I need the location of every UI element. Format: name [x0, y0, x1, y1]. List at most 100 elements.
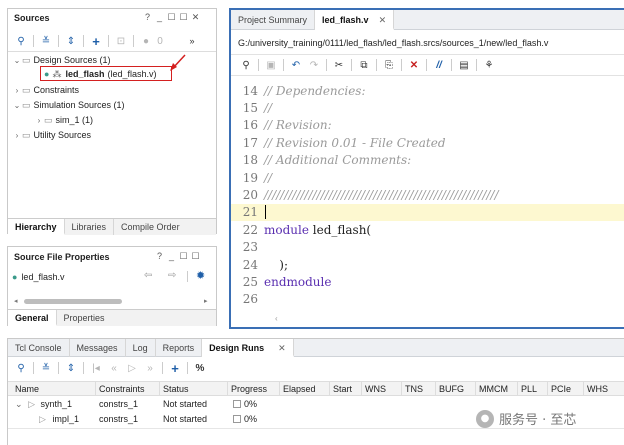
chevron-right-icon[interactable]: ›	[12, 86, 22, 95]
chevron-down-icon[interactable]: ⌄	[15, 399, 23, 409]
chevron-right-icon[interactable]: ›	[12, 131, 22, 140]
expand-all-icon[interactable]: ⇕	[62, 360, 80, 376]
col-elapsed[interactable]: Elapsed	[280, 382, 330, 396]
code-line[interactable]: 22 module led_flash(	[231, 221, 624, 238]
minimize-icon[interactable]: _	[155, 12, 164, 23]
col-status[interactable]: Status	[160, 382, 228, 396]
run-progress: 0%	[244, 399, 258, 409]
expand-all-icon[interactable]: ⇕	[62, 33, 80, 49]
code-line[interactable]: 17 // Revision 0.01 - File Created	[231, 134, 624, 151]
save-icon[interactable]: ▣	[262, 57, 280, 73]
restore-icon[interactable]: ☐	[179, 251, 188, 262]
redo-icon[interactable]: ↷	[305, 57, 323, 73]
tab-libraries[interactable]: Libraries	[65, 219, 115, 235]
code-area[interactable]: 14 // Dependencies: 15 // 16 // Revision: 17 //…	[231, 76, 624, 314]
percent-icon[interactable]: %	[191, 360, 209, 376]
code-line[interactable]: 18 // Additional Comments:	[231, 152, 624, 169]
code-line[interactable]: 25 endmodule	[231, 273, 624, 290]
tab-compile-order[interactable]: Compile Order	[114, 219, 187, 235]
tab-project-summary[interactable]: Project Summary	[231, 10, 316, 30]
close-icon[interactable]: ✕	[278, 343, 286, 353]
col-bufg[interactable]: BUFG	[436, 382, 476, 396]
settings-icon[interactable]: ✹	[196, 269, 205, 282]
code-line[interactable]: 15 //	[231, 99, 624, 116]
search-icon[interactable]: ⚲	[12, 33, 30, 49]
first-icon[interactable]: |◂	[87, 360, 105, 376]
refresh-icon[interactable]: ⊡	[112, 33, 130, 49]
code-line[interactable]: 23	[231, 239, 624, 256]
tab-properties[interactable]: Properties	[57, 310, 112, 326]
paste-icon[interactable]: ⎘	[380, 57, 398, 73]
close-icon[interactable]: ✕	[191, 12, 200, 23]
chevron-down-icon[interactable]: ⌄	[12, 101, 22, 110]
col-progress[interactable]: Progress	[228, 382, 280, 396]
search-icon[interactable]: ⚲	[237, 57, 255, 73]
line-number: 21	[242, 205, 258, 220]
col-name[interactable]: Name	[12, 382, 96, 396]
minimize-icon[interactable]: _	[167, 251, 176, 262]
next-icon[interactable]: »	[141, 360, 159, 376]
horizontal-scrollbar[interactable]: ◂ ▸	[14, 298, 210, 305]
collapse-all-icon[interactable]: ≚	[37, 33, 55, 49]
tree-design-sources[interactable]: ⌄ ▭ Design Sources (1)	[12, 53, 111, 67]
code-line[interactable]: 21	[231, 203, 624, 221]
col-wns[interactable]: WNS	[362, 382, 402, 396]
play-icon[interactable]: ▷	[123, 360, 141, 376]
progress-box	[233, 415, 241, 423]
back-icon[interactable]: ⇦	[144, 270, 152, 281]
col-tns[interactable]: TNS	[402, 382, 436, 396]
restore-icon[interactable]: ☐	[167, 12, 176, 23]
delete-icon[interactable]: ✕	[405, 57, 423, 73]
code-line[interactable]: 16 // Revision:	[231, 117, 624, 134]
file-properties-window-controls: ? _ ☐ ☐	[155, 251, 200, 262]
code-line[interactable]: 19 //	[231, 169, 624, 186]
col-mmcm[interactable]: MMCM	[476, 382, 518, 396]
close-icon[interactable]: ✕	[379, 15, 387, 25]
code-text: );	[264, 257, 288, 272]
code-line[interactable]: 26	[231, 291, 624, 308]
lightbulb-icon[interactable]: ⚘	[480, 57, 498, 73]
tab-log[interactable]: Log	[126, 339, 156, 357]
code-line[interactable]: 20 //////////////////////////////////////…	[231, 186, 624, 203]
run-icon: ▷	[39, 414, 46, 424]
code-line[interactable]: 24 );	[231, 256, 624, 273]
more-icon[interactable]: »	[183, 33, 201, 49]
undo-icon[interactable]: ↶	[287, 57, 305, 73]
comment-icon[interactable]: //	[430, 57, 448, 73]
tree-sim-1[interactable]: › ▭ sim_1 (1)	[34, 113, 93, 127]
col-pll[interactable]: PLL	[518, 382, 548, 396]
tree-utility-sources[interactable]: › ▭ Utility Sources	[12, 128, 91, 142]
col-start[interactable]: Start	[330, 382, 362, 396]
cut-icon[interactable]: ✂	[330, 57, 348, 73]
file-properties-tabs: General Properties	[8, 309, 216, 326]
code-line[interactable]: 14 // Dependencies:	[231, 82, 624, 99]
tab-hierarchy[interactable]: Hierarchy	[8, 219, 65, 235]
tab-led-flash[interactable]: led_flash.v ✕	[315, 10, 395, 30]
help-icon[interactable]: ?	[143, 12, 152, 23]
tab-reports[interactable]: Reports	[156, 339, 203, 357]
col-constraints[interactable]: Constraints	[96, 382, 160, 396]
top-module-file: (led_flash.v)	[107, 69, 157, 79]
forward-icon[interactable]: ⇨	[168, 270, 176, 281]
tab-general[interactable]: General	[8, 310, 57, 326]
top-module-highlight[interactable]: ● ⁂ led_flash (led_flash.v)	[40, 66, 172, 81]
chevron-down-icon[interactable]: ⌄	[12, 56, 22, 65]
col-whs[interactable]: WHS	[584, 382, 624, 396]
copy-icon[interactable]: ⧉	[355, 57, 373, 73]
help-icon[interactable]: ?	[155, 251, 164, 262]
tab-tcl-console[interactable]: Tcl Console	[8, 339, 70, 357]
col-pcie[interactable]: PCIe	[548, 382, 584, 396]
collapse-all-icon[interactable]: ≚	[37, 360, 55, 376]
add-sources-icon[interactable]: +	[87, 33, 105, 49]
maximize-icon[interactable]: ☐	[191, 251, 200, 262]
maximize-icon[interactable]: ☐	[179, 12, 188, 23]
tree-simulation-sources[interactable]: ⌄ ▭ Simulation Sources (1)	[12, 98, 125, 112]
tree-constraints[interactable]: › ▭ Constraints	[12, 83, 79, 97]
chevron-right-icon[interactable]: ›	[34, 116, 44, 125]
previous-icon[interactable]: «	[105, 360, 123, 376]
templates-icon[interactable]: ▤	[455, 57, 473, 73]
tab-design-runs[interactable]: Design Runs ✕	[202, 339, 294, 357]
add-run-icon[interactable]: +	[166, 360, 184, 376]
search-icon[interactable]: ⚲	[12, 360, 30, 376]
tab-messages[interactable]: Messages	[70, 339, 126, 357]
